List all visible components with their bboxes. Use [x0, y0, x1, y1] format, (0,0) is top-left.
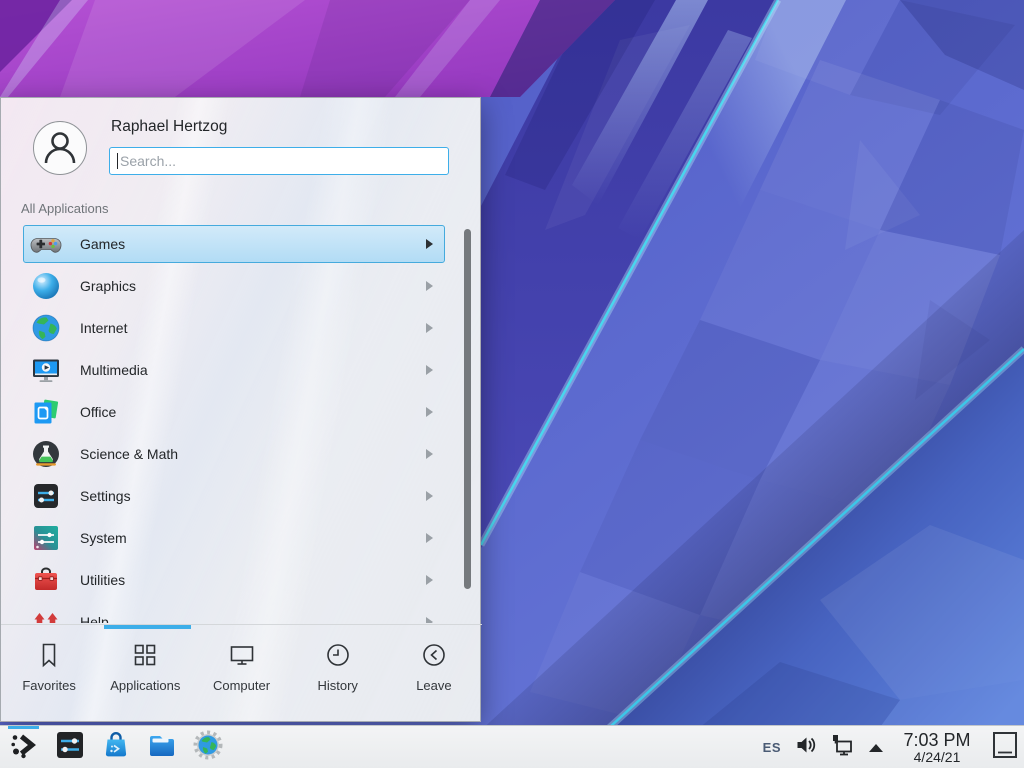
chevron-right-icon — [426, 575, 433, 585]
system-tray: ES 7:03 PM 4/2 — [763, 726, 1019, 768]
category-item-help[interactable]: Help — [23, 603, 445, 623]
leave-icon — [419, 640, 449, 670]
tab-leave[interactable]: Leave — [386, 632, 482, 716]
category-item-office[interactable]: Office — [23, 393, 445, 431]
tab-label: Computer — [213, 678, 270, 693]
chevron-right-icon — [426, 239, 433, 249]
category-item-internet[interactable]: Internet — [23, 309, 445, 347]
taskbar: ES 7:03 PM 4/2 — [0, 725, 1024, 768]
category-item-science-math[interactable]: Science & Math — [23, 435, 445, 473]
globe-gear-icon — [192, 729, 224, 766]
footer-divider — [1, 624, 482, 625]
monitor-icon — [227, 640, 257, 670]
toolbox-icon — [30, 564, 62, 596]
category-item-multimedia[interactable]: Multimedia — [23, 351, 445, 389]
category-item-settings[interactable]: Settings — [23, 477, 445, 515]
desktop: Raphael Hertzog All Applications — [0, 0, 1024, 768]
tab-applications[interactable]: Applications — [97, 632, 193, 716]
network-icon[interactable] — [831, 733, 855, 762]
launcher-header: Raphael Hertzog — [1, 98, 480, 192]
digital-clock[interactable]: 7:03 PM 4/24/21 — [897, 731, 977, 765]
category-item-graphics[interactable]: Graphics — [23, 267, 445, 305]
user-name: Raphael Hertzog — [111, 118, 227, 136]
launcher-tabbar: Favorites Applications — [1, 632, 482, 716]
category-label: Graphics — [80, 278, 136, 294]
application-launcher-menu: Raphael Hertzog All Applications — [0, 97, 481, 722]
flask-icon — [30, 438, 62, 470]
clock-icon — [323, 640, 353, 670]
clock-time: 7:03 PM — [897, 731, 977, 750]
category-item-system[interactable]: System — [23, 519, 445, 557]
volume-icon[interactable] — [795, 734, 817, 761]
keyboard-layout-indicator[interactable]: ES — [763, 740, 781, 755]
category-label: Help — [80, 614, 109, 623]
tab-favorites[interactable]: Favorites — [1, 632, 97, 716]
show-desktop-icon[interactable] — [991, 729, 1019, 766]
taskbar-apps — [6, 726, 226, 768]
active-tab-indicator — [104, 625, 191, 629]
category-label: Games — [80, 236, 125, 252]
sphere-icon — [30, 270, 62, 302]
clock-date: 4/24/21 — [897, 750, 977, 765]
kickoff-icon — [8, 729, 40, 766]
category-label: Utilities — [80, 572, 125, 588]
file-manager-button[interactable] — [144, 726, 180, 768]
folder-icon — [146, 729, 178, 766]
category-item-games[interactable]: Games — [23, 225, 445, 263]
chevron-right-icon — [426, 617, 433, 623]
settings-sliders-icon — [54, 729, 86, 766]
web-browser-button[interactable] — [190, 726, 226, 768]
system-sliders-icon — [30, 522, 62, 554]
tab-history[interactable]: History — [290, 632, 386, 716]
category-label: Multimedia — [80, 362, 148, 378]
help-icon — [30, 606, 62, 623]
search-input[interactable] — [109, 147, 449, 175]
globe-icon — [30, 312, 62, 344]
chevron-right-icon — [426, 281, 433, 291]
gamepad-icon — [30, 228, 62, 260]
tab-label: Leave — [416, 678, 451, 693]
active-task-indicator — [8, 726, 39, 729]
category-label: Science & Math — [80, 446, 178, 462]
application-launcher-button[interactable] — [6, 726, 42, 768]
bookmark-icon — [34, 640, 64, 670]
expand-tray-icon[interactable] — [869, 744, 883, 752]
chevron-right-icon — [426, 323, 433, 333]
system-settings-button[interactable] — [52, 726, 88, 768]
text-cursor — [117, 153, 118, 169]
chevron-right-icon — [426, 365, 433, 375]
document-icon — [30, 396, 62, 428]
category-label: System — [80, 530, 127, 546]
tab-label: Applications — [110, 678, 180, 693]
shopping-bag-icon — [100, 729, 132, 766]
category-label: Settings — [80, 488, 131, 504]
category-item-utilities[interactable]: Utilities — [23, 561, 445, 599]
sliders-icon — [30, 480, 62, 512]
monitor-play-icon — [30, 354, 62, 386]
chevron-right-icon — [426, 449, 433, 459]
section-label: All Applications — [21, 201, 108, 216]
tab-computer[interactable]: Computer — [193, 632, 289, 716]
category-label: Office — [80, 404, 116, 420]
list-scrollbar[interactable] — [464, 229, 471, 589]
user-avatar-icon — [33, 121, 87, 175]
category-list: Games Graphics — [1, 223, 482, 623]
grid-icon — [130, 640, 160, 670]
discover-button[interactable] — [98, 726, 134, 768]
chevron-right-icon — [426, 407, 433, 417]
chevron-right-icon — [426, 533, 433, 543]
tab-label: History — [317, 678, 357, 693]
chevron-right-icon — [426, 491, 433, 501]
tab-label: Favorites — [22, 678, 75, 693]
category-label: Internet — [80, 320, 127, 336]
